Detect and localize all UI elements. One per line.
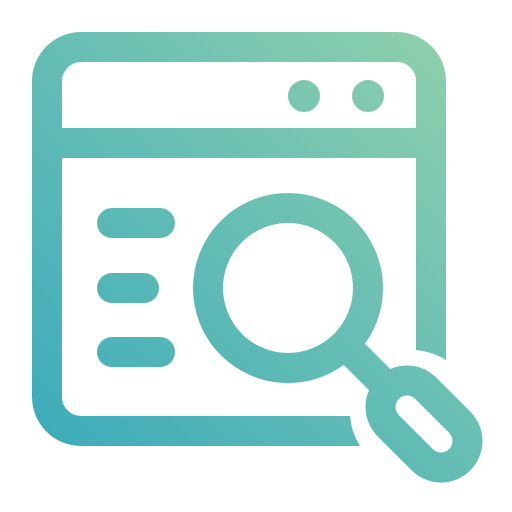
window-dot-2 (352, 80, 384, 112)
magnifier-icon (193, 193, 483, 483)
web-search-icon (32, 32, 483, 483)
magnifier-lens (193, 193, 383, 383)
icon-canvas (0, 0, 512, 512)
window-dot-1 (288, 80, 320, 112)
